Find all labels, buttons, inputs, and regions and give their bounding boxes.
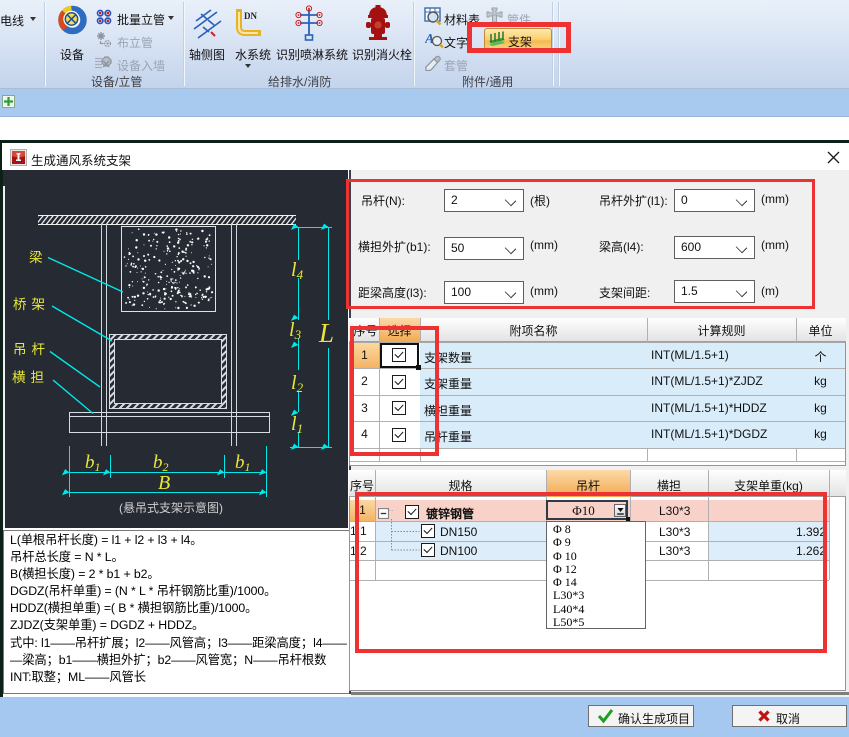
svg-text:l4: l4 (291, 259, 304, 282)
svg-text:b2: b2 (153, 452, 169, 474)
svg-text:L: L (318, 318, 334, 348)
svg-text:吊杆: 吊杆 (13, 342, 50, 357)
svg-text:b1: b1 (85, 452, 101, 474)
svg-text:DN: DN (244, 11, 257, 21)
svg-text:b1: b1 (235, 452, 251, 474)
svg-text:l1: l1 (291, 413, 303, 436)
svg-text:l2: l2 (291, 372, 304, 395)
svg-text:梁: 梁 (29, 250, 43, 265)
svg-text:横担: 横担 (12, 370, 49, 385)
svg-text:B: B (158, 472, 170, 494)
svg-text:l3: l3 (289, 319, 302, 342)
svg-text:(悬吊式支架示意图): (悬吊式支架示意图) (119, 500, 223, 515)
svg-text:桥架: 桥架 (13, 297, 50, 312)
